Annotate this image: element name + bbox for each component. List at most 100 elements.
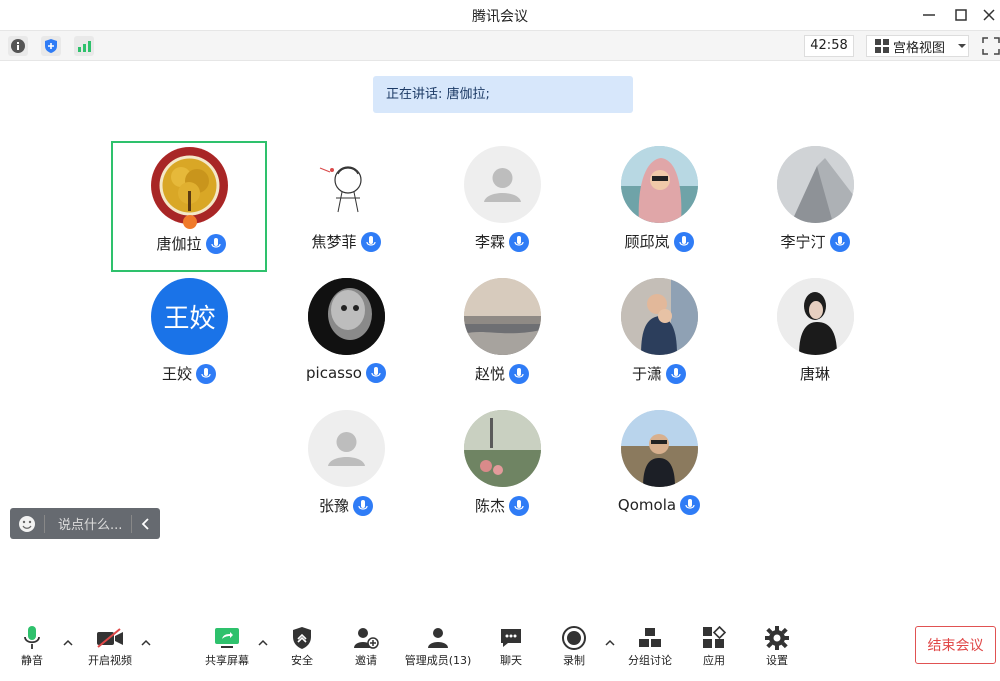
apps-label: 应用 [703, 654, 725, 667]
record-label: 录制 [563, 654, 585, 667]
participant-tile[interactable]: 李宁汀 [737, 141, 893, 272]
microphone-icon [829, 231, 850, 252]
breakout-icon [638, 624, 662, 652]
participant-tile[interactable]: 李霖 [424, 141, 580, 272]
participant-nameline: 唐琳 [737, 363, 893, 384]
microphone-icon [673, 231, 694, 252]
chat-placeholder[interactable]: 说点什么... [45, 514, 131, 533]
microphone-icon [509, 231, 529, 252]
participant-tile[interactable]: 于潇 [581, 273, 737, 404]
participant-tile[interactable]: 唐琳 [737, 273, 893, 404]
participant-nameline: Qomola [581, 495, 737, 515]
chat-quick-input[interactable]: 说点什么... [10, 508, 160, 539]
avatar [308, 410, 385, 487]
participant-nameline: 唐伽拉 [113, 233, 269, 254]
end-meeting-button[interactable]: 结束会议 [915, 626, 996, 664]
invite-button[interactable]: 邀请 [346, 624, 386, 674]
participant-nameline: 张豫 [268, 495, 424, 516]
avatar [308, 146, 385, 223]
fullscreen-icon[interactable] [982, 37, 1000, 55]
mute-button[interactable]: 静音 [12, 624, 52, 674]
invite-label: 邀请 [355, 654, 377, 667]
record-button[interactable]: 录制 [556, 624, 592, 674]
share-screen-icon [214, 624, 240, 652]
participant-name: 陈杰 [474, 497, 505, 515]
settings-button[interactable]: 设置 [759, 624, 795, 674]
security-button[interactable]: 安全 [284, 624, 320, 674]
participant-tile[interactable]: picasso [268, 273, 424, 404]
record-icon [562, 624, 586, 652]
signal-icon[interactable] [74, 36, 94, 56]
window-title: 腾讯会议 [472, 9, 528, 25]
chevron-up-icon[interactable] [62, 634, 74, 646]
emoji-icon[interactable] [10, 515, 44, 533]
participant-nameline: 顾邱岚 [581, 231, 737, 252]
participant-tile[interactable]: 赵悦 [424, 273, 580, 404]
avatar-initials: 王姣 [151, 278, 228, 355]
top-toolbar: 42:58 宫格视图 [0, 30, 1000, 61]
breakout-rooms-button[interactable]: 分组讨论 [625, 624, 675, 674]
participant-nameline: 焦梦菲 [268, 231, 424, 252]
chevron-up-icon[interactable] [140, 634, 152, 646]
participant-tile[interactable]: 王姣 王姣 [111, 273, 267, 404]
close-button[interactable] [978, 4, 1000, 26]
participant-tile[interactable]: 张豫 [268, 405, 424, 536]
add-user-icon [353, 624, 379, 652]
participant-tile[interactable]: 焦梦菲 [268, 141, 424, 272]
video-off-icon [96, 624, 124, 652]
chevron-up-icon[interactable] [257, 634, 269, 646]
host-badge-icon [183, 215, 197, 229]
apps-button[interactable]: 应用 [696, 624, 732, 674]
participant-name: 李霖 [474, 233, 505, 251]
chat-button[interactable]: 聊天 [492, 624, 530, 674]
avatar [464, 410, 541, 487]
share-label: 共享屏幕 [205, 654, 249, 667]
avatar [777, 146, 854, 223]
gear-icon [765, 624, 789, 652]
meeting-timer: 42:58 [804, 35, 854, 57]
microphone-icon [365, 363, 386, 383]
microphone-icon [509, 363, 529, 384]
chevron-up-icon[interactable] [604, 634, 616, 646]
avatar [464, 146, 541, 223]
microphone-icon [360, 231, 381, 252]
participant-name: 李宁汀 [780, 233, 826, 251]
participant-nameline: 李宁汀 [737, 231, 893, 252]
microphone-icon [666, 363, 686, 384]
participant-tile[interactable]: 顾邱岚 [581, 141, 737, 272]
chat-label: 聊天 [500, 654, 522, 667]
manage-members-button[interactable]: 管理成员(13) [403, 624, 473, 674]
chevron-down-icon [958, 44, 967, 48]
start-video-button[interactable]: 开启视频 [82, 624, 138, 674]
shield-icon [292, 624, 312, 652]
shield-icon[interactable] [41, 36, 61, 56]
minimize-button[interactable] [918, 4, 940, 26]
view-mode-dropdown[interactable]: 宫格视图 [866, 35, 969, 57]
microphone-icon [509, 495, 529, 516]
security-label: 安全 [291, 654, 313, 667]
microphone-icon [205, 233, 226, 254]
chevron-left-icon[interactable] [132, 517, 160, 530]
participant-name: 赵悦 [474, 365, 505, 383]
share-screen-button[interactable]: 共享屏幕 [200, 624, 254, 674]
microphone-icon [353, 495, 373, 516]
info-icon[interactable] [8, 36, 28, 56]
title-bar: 腾讯会议 [0, 0, 1000, 30]
microphone-icon [680, 495, 701, 515]
settings-label: 设置 [766, 654, 788, 667]
participant-name: 唐琳 [799, 365, 830, 383]
participant-tile[interactable]: Qomola [581, 405, 737, 536]
avatar [464, 278, 541, 355]
participant-tile[interactable]: 唐伽拉 [111, 141, 267, 272]
participant-tile[interactable]: 陈杰 [424, 405, 580, 536]
maximize-button[interactable] [950, 4, 972, 26]
participant-name: 焦梦菲 [311, 233, 357, 251]
microphone-icon [196, 363, 216, 384]
chat-icon [499, 624, 523, 652]
avatar [777, 278, 854, 355]
participant-name: Qomola [617, 496, 677, 514]
avatar [621, 146, 698, 223]
breakout-label: 分组讨论 [628, 654, 672, 667]
participant-nameline: 赵悦 [424, 363, 580, 384]
participant-nameline: picasso [268, 363, 424, 383]
